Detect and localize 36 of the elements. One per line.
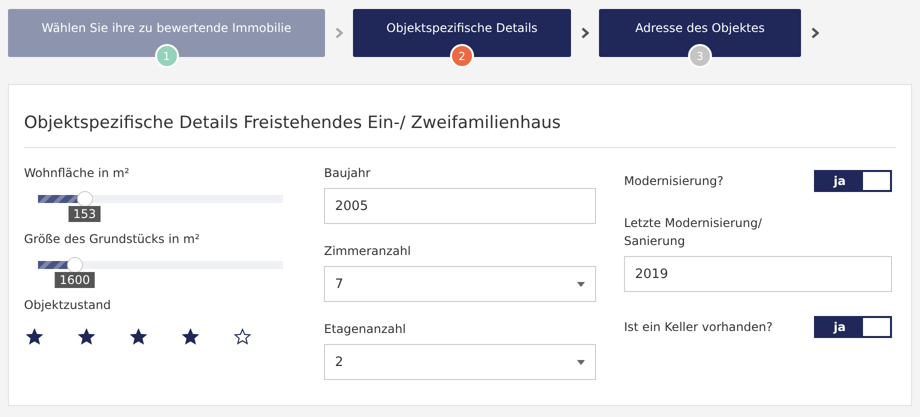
filled-star-icon[interactable]: [182, 328, 199, 345]
select-value: 7: [335, 276, 344, 292]
filled-star-icon[interactable]: [26, 328, 43, 345]
field-label: Letzte Modernisierung/ Sanierung: [624, 215, 763, 250]
chevron-icon: [811, 27, 819, 39]
toggle-label: Modernisierung?: [624, 173, 724, 190]
slider-value: 153: [68, 206, 101, 222]
toggle-label: Ist ein Keller vorhanden?: [624, 319, 773, 336]
toggle-switch[interactable]: ja: [814, 316, 892, 338]
slider-label: Wohnfläche in m²: [24, 165, 130, 182]
step-number: 2: [450, 44, 474, 68]
filled-star-icon[interactable]: [130, 328, 147, 345]
step-number: 3: [688, 44, 712, 68]
field-label: Zimmeranzahl: [324, 243, 412, 260]
slider-thumb[interactable]: [76, 191, 93, 207]
chevron-icon: [335, 27, 343, 39]
caret-icon: [577, 360, 585, 364]
slider-track[interactable]: [38, 191, 283, 207]
field-label: Etagenanzahl: [324, 321, 407, 338]
chevron-icon: [581, 27, 589, 39]
slider-value: 1600: [54, 272, 96, 288]
rating-label: Objektzustand: [24, 297, 112, 314]
input-field[interactable]: 2019: [624, 256, 892, 292]
caret-icon: [577, 282, 585, 286]
select-field[interactable]: 7: [324, 266, 596, 302]
select-field[interactable]: 2: [324, 344, 596, 380]
toggle-switch[interactable]: ja: [814, 170, 892, 192]
empty-star-icon[interactable]: [234, 328, 251, 345]
select-value: 2: [335, 354, 344, 370]
slider-label: Größe des Grundstücks in m²: [24, 231, 201, 248]
input-field[interactable]: 2005: [324, 188, 596, 224]
slider-track[interactable]: [38, 257, 283, 273]
filled-star-icon[interactable]: [78, 328, 95, 345]
slider-thumb[interactable]: [66, 257, 83, 273]
field-label: Baujahr: [324, 165, 372, 182]
form-title: Objektspezifische Details Freistehendes Ein-/ Zweifamilienhaus: [24, 113, 896, 148]
